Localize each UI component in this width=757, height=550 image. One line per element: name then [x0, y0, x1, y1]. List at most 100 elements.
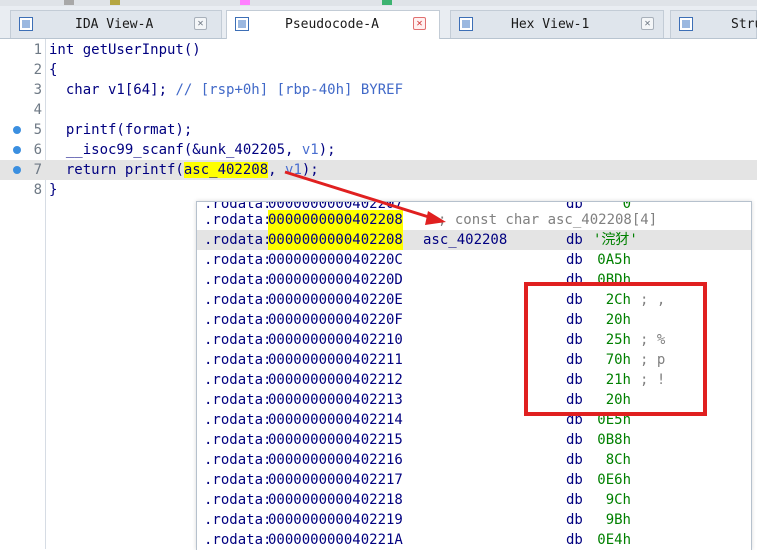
directive: db — [566, 412, 583, 428]
close-icon[interactable]: ✕ — [413, 17, 426, 30]
address: 0000000000402211 — [268, 352, 403, 368]
disasm-row: .rodata: 0000000000402210 db 25h ; % — [197, 330, 751, 350]
disassembly-view-icon — [19, 17, 33, 31]
disasm-row: .rodata: 0000000000402213 db 20h — [197, 390, 751, 410]
pseudocode-view-icon — [235, 17, 249, 31]
directive: db — [566, 492, 583, 508]
segment-name: .rodata: — [204, 272, 272, 288]
line-number: 5 — [33, 122, 42, 138]
directive: db — [566, 452, 583, 468]
tab-label: Pseudocode-A — [285, 17, 379, 32]
code-line[interactable]: 4 — [0, 100, 757, 120]
segment-name: .rodata: — [204, 292, 272, 308]
close-icon[interactable]: ✕ — [194, 17, 207, 30]
code-line[interactable]: 3 char v1[64]; // [rsp+0h] [rbp-40h] BYR… — [0, 80, 757, 100]
address: 0000000000402212 — [268, 372, 403, 388]
disasm-row-current: .rodata: 0000000000402208 asc_402208 db … — [197, 230, 751, 250]
legend-chip-lumina-function — [382, 0, 392, 5]
line-number: 8 — [33, 182, 42, 198]
segment-name: .rodata: — [204, 332, 272, 348]
byte-value: 8Ch — [605, 452, 631, 468]
tab-bar: IDA View-A ✕ Pseudocode-A ✕ Hex View-1 ✕… — [0, 6, 757, 39]
byte-value: 2Ch — [605, 292, 631, 308]
line-number: 2 — [33, 62, 42, 78]
code-text: int getUserInput() — [49, 42, 201, 58]
disasm-row: .rodata: 0000000000402208 ; const char a… — [197, 210, 751, 230]
directive: db — [566, 312, 583, 328]
tab-pseudocode-a[interactable]: Pseudocode-A ✕ — [226, 10, 440, 39]
segment-name: .rodata: — [204, 392, 272, 408]
code-line[interactable]: 8 } — [0, 180, 757, 200]
code-line[interactable]: 1 int getUserInput() — [0, 40, 757, 60]
address: 0000000000402217 — [268, 472, 403, 488]
disasm-row: .rodata: 000000000040220D db 0BDh — [197, 270, 751, 290]
scanf-call: __isoc99_scanf(&unk_402205, — [49, 142, 302, 158]
directive: db — [566, 232, 583, 248]
address: 0000000000402218 — [268, 492, 403, 508]
byte-value: 9Bh — [605, 512, 631, 528]
char-comment: ; % — [640, 332, 666, 348]
address: 0000000000402213 — [268, 392, 403, 408]
return-printf: return printf( — [49, 162, 184, 178]
stack-comment: // [rsp+0h] [rbp-40h] BYREF — [175, 82, 404, 98]
address: 0000000000402216 — [268, 452, 403, 468]
tab-hex-view-1[interactable]: Hex View-1 ✕ — [450, 10, 664, 38]
variable-v1[interactable]: v1 — [285, 162, 302, 178]
address: 000000000040220C — [268, 252, 403, 268]
directive: db — [566, 372, 583, 388]
variable-v1[interactable]: v1 — [302, 142, 319, 158]
directive: db — [566, 352, 583, 368]
segment-name: .rodata: — [204, 452, 272, 468]
code-punct: , — [268, 162, 286, 178]
segment-name: .rodata: — [204, 312, 272, 328]
disasm-row: .rodata: 0000000000402219 db 9Bh — [197, 510, 751, 530]
segment-name: .rodata: — [204, 232, 272, 248]
directive: db — [566, 472, 583, 488]
directive: db — [566, 532, 583, 548]
byte-value: 20h — [605, 312, 631, 328]
segment-name: .rodata: — [204, 372, 272, 388]
line-number: 6 — [33, 142, 42, 158]
tab-structures[interactable]: Stru — [670, 10, 757, 38]
byte-value: 70h — [605, 352, 631, 368]
code-line[interactable]: 5 printf(format); — [0, 120, 757, 140]
code-text: printf(format); — [49, 122, 193, 138]
code-line-current[interactable]: 7 return printf(asc_402208, v1); — [0, 160, 757, 180]
symbol-asc-402208[interactable]: asc_402208 — [183, 162, 269, 178]
byte-value: 0E5h — [597, 412, 631, 428]
type-comment: ; const char asc_402208[4] — [438, 212, 658, 228]
code-text: char v1[64]; // [rsp+0h] [rbp-40h] BYREF — [49, 80, 403, 100]
directive: db — [566, 272, 583, 288]
char-comment: ; p — [640, 352, 666, 368]
tab-ida-view-a[interactable]: IDA View-A ✕ — [10, 10, 222, 38]
disasm-row: .rodata: 0000000000402211 db 70h ; p — [197, 350, 751, 370]
directive: db — [566, 512, 583, 528]
disasm-row: .rodata: 0000000000402212 db 21h ; ! — [197, 370, 751, 390]
address: 000000000040220F — [268, 312, 403, 328]
address: 0000000000402215 — [268, 432, 403, 448]
directive: db — [566, 432, 583, 448]
code-punct: ); — [301, 162, 319, 178]
structures-view-icon — [679, 17, 693, 31]
address: 0000000000402219 — [268, 512, 403, 528]
segment-name: .rodata: — [204, 492, 272, 508]
code-line[interactable]: 6 __isoc99_scanf(&unk_402205, v1); — [0, 140, 757, 160]
address: 0000000000402208 — [268, 230, 403, 250]
disasm-row: .rodata: 000000000040220F db 20h — [197, 310, 751, 330]
segment-name: .rodata: — [204, 432, 272, 448]
byte-value: 0E4h — [597, 532, 631, 548]
code-text: { — [49, 62, 58, 78]
tab-label: Stru — [731, 17, 757, 32]
segment-name: .rodata: — [204, 252, 272, 268]
symbol-hint-popup: .rodata: 0000000000402207 db 0 .rodata: … — [196, 201, 752, 550]
legend-chip-unexplored — [110, 0, 120, 5]
close-icon[interactable]: ✕ — [641, 17, 654, 30]
byte-value: 0BDh — [597, 272, 631, 288]
byte-value: 25h — [605, 332, 631, 348]
segment-name: .rodata: — [204, 212, 272, 228]
code-line[interactable]: 2 { — [0, 60, 757, 80]
code-text: } — [49, 182, 58, 198]
code-text: __isoc99_scanf(&unk_402205, v1); — [49, 140, 336, 160]
tab-label: Hex View-1 — [511, 17, 590, 32]
disasm-row: .rodata: 0000000000402216 db 8Ch — [197, 450, 751, 470]
